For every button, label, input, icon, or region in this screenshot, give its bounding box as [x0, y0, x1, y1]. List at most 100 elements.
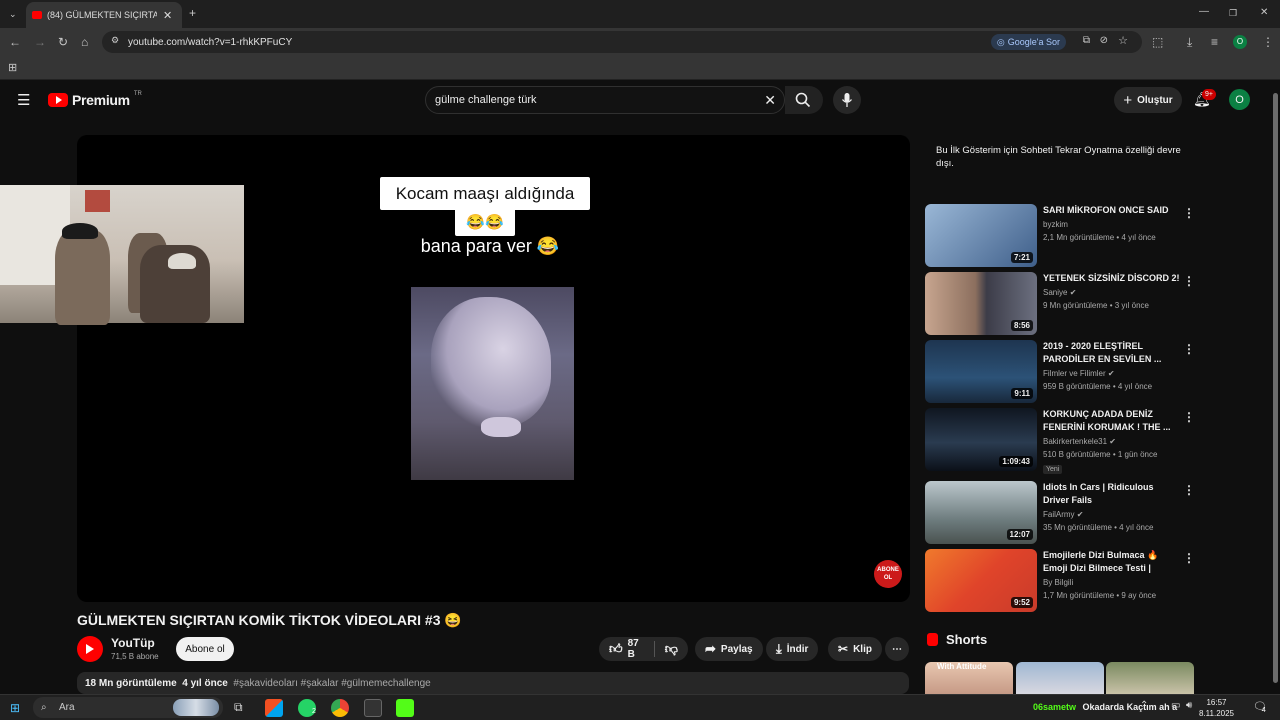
search-icon: ⌕ — [41, 702, 47, 713]
recommendation-channel[interactable]: byzkim — [1043, 220, 1068, 229]
webcam-overlay — [0, 185, 244, 325]
subscribe-button[interactable]: Abone ol — [176, 637, 234, 661]
short-thumbnail[interactable]: With Attitude — [925, 662, 1013, 694]
create-button[interactable]: + Oluştur — [1114, 87, 1182, 113]
restore-icon[interactable]: ❐ — [1229, 6, 1237, 20]
more-vertical-icon[interactable]: ⋮ — [1183, 483, 1195, 497]
kick-app-icon[interactable] — [396, 699, 414, 717]
reading-list-icon[interactable]: ≡ — [1211, 35, 1218, 49]
recommendation-title[interactable]: YETENEK SİZSİNİZ DİSCORD 2! — [1043, 272, 1181, 285]
share-button[interactable]: ➦ Paylaş — [695, 637, 763, 661]
browser-tab-active[interactable]: (84) GÜLMEKTEN SIÇIRTAN KO ✕ — [26, 2, 182, 28]
address-bar[interactable]: ⚙ youtube.com/watch?v=1-rhkKPFuCY ◎ Goog… — [102, 31, 1142, 53]
recommendation-thumbnail[interactable]: 12:07 — [925, 481, 1037, 544]
system-clock[interactable]: 16:57 8.11.2025 — [1199, 697, 1234, 719]
short-thumbnail[interactable] — [1016, 662, 1104, 694]
subscribe-watermark[interactable]: ABONE OL — [874, 560, 902, 588]
active-app-icon[interactable] — [364, 699, 382, 717]
weather-text: Okadarda Kaçtım ah a — [1082, 702, 1178, 712]
video-caption-top: Kocam maaşı aldığında — [380, 177, 590, 210]
store-app-icon[interactable] — [265, 699, 283, 717]
more-vertical-icon[interactable]: ⋮ — [1183, 274, 1195, 288]
recommendation-thumbnail[interactable]: 1:09:43 — [925, 408, 1037, 471]
recommendation-item[interactable]: 7:21 SARI MİKROFON ONCE SAID byzkim 2,1 … — [925, 204, 1195, 268]
task-view-icon[interactable]: ⧉ — [234, 700, 243, 715]
recommendation-item[interactable]: 9:52 Emojilerle Dizi Bulmaca 🔥 Emoji Diz… — [925, 549, 1195, 613]
video-title: GÜLMEKTEN SIÇIRTAN KOMİK TİKTOK VİDEOLAR… — [77, 612, 462, 628]
minimize-icon[interactable]: — — [1199, 5, 1209, 19]
tab-search-icon[interactable]: ⌄ — [9, 7, 17, 21]
forward-icon[interactable]: → — [34, 35, 46, 49]
apps-grid-icon[interactable]: ⊞ — [8, 61, 17, 75]
chrome-app-icon[interactable] — [331, 699, 349, 717]
dislike-button[interactable]: 👎︎ — [665, 641, 678, 657]
recommendation-item[interactable]: 8:56 YETENEK SİZSİNİZ DİSCORD 2! Saniye … — [925, 272, 1195, 336]
more-actions-button[interactable]: ⋯ — [885, 637, 909, 661]
like-button[interactable]: 👍︎ 87 B — [609, 638, 643, 660]
home-icon[interactable]: ⌂ — [81, 35, 88, 49]
reload-icon[interactable]: ↻ — [58, 35, 68, 49]
windows-start-icon[interactable]: ⊞ — [10, 701, 20, 715]
more-vertical-icon[interactable]: ⋮ — [1183, 206, 1195, 220]
tray-chevron-icon[interactable]: ⌃ — [1140, 700, 1148, 711]
cast-icon[interactable]: ⧉ — [1083, 35, 1090, 46]
network-icon[interactable]: ▭ — [1171, 700, 1180, 711]
volume-icon[interactable]: 🔊︎ — [1186, 700, 1192, 711]
hashtags[interactable]: #şakavideoları #şakalar #gülmemechalleng… — [233, 678, 430, 689]
scrollbar-thumb[interactable] — [1273, 93, 1278, 683]
recommendation-item[interactable]: 12:07 Idiots In Cars | Ridiculous Driver… — [925, 481, 1195, 545]
hamburger-menu-icon[interactable]: ☰ — [17, 91, 30, 109]
recommendation-channel[interactable]: By Bilgili — [1043, 578, 1073, 587]
recommendation-thumbnail[interactable]: 9:52 — [925, 549, 1037, 612]
google-sor-button[interactable]: ◎ Google'a Sor — [990, 34, 1066, 50]
new-tab-icon[interactable]: + — [189, 6, 196, 20]
download-button[interactable]: ⤓ İndir — [766, 637, 819, 661]
recommendation-thumbnail[interactable]: 9:11 — [925, 340, 1037, 403]
recommendation-item[interactable]: 9:11 2019 - 2020 ELEŞTİREL PARODİLER EN … — [925, 340, 1195, 404]
like-divider — [653, 641, 655, 657]
bookmark-star-icon[interactable]: ☆ — [1118, 34, 1128, 47]
recommendation-title[interactable]: 2019 - 2020 ELEŞTİREL PARODİLER EN SEVİL… — [1043, 340, 1181, 366]
window-close-icon[interactable]: ✕ — [1260, 6, 1268, 20]
recommendation-channel[interactable]: Bakirkertenkele31 ✔ — [1043, 437, 1116, 446]
more-vertical-icon[interactable]: ⋮ — [1183, 410, 1195, 424]
video-caption-bottom: bana para ver 😂 — [420, 236, 560, 256]
search-button[interactable] — [785, 86, 823, 114]
more-vertical-icon[interactable]: ⋮ — [1183, 342, 1195, 356]
channel-avatar[interactable] — [77, 636, 103, 662]
search-input[interactable]: gülme challenge türk ✕ — [425, 86, 785, 114]
youtube-logo[interactable]: Premium TR — [48, 91, 142, 108]
recommendation-title[interactable]: KORKUNÇ ADADA DENİZ FENERİNİ KORUMAK ! T… — [1043, 408, 1181, 434]
taskbar-search-input[interactable]: ⌕ Ara — [33, 697, 223, 718]
more-vertical-icon[interactable]: ⋮ — [1183, 551, 1195, 565]
short-thumbnail[interactable] — [1106, 662, 1194, 694]
recommendation-channel[interactable]: FailArmy ✔ — [1043, 510, 1084, 519]
account-avatar[interactable]: O — [1229, 89, 1250, 110]
recommendation-thumbnail[interactable]: 7:21 — [925, 204, 1037, 267]
download-icon[interactable]: ⤓ — [1187, 35, 1192, 49]
recommendation-title[interactable]: Emojilerle Dizi Bulmaca 🔥 Emoji Dizi Bil… — [1043, 549, 1181, 575]
page-scrollbar[interactable] — [1270, 81, 1280, 694]
clip-button[interactable]: ✂ Klip — [828, 637, 882, 661]
taskbar-search-placeholder: Ara — [59, 702, 75, 713]
channel-name[interactable]: YouTüp — [111, 636, 155, 650]
profile-avatar[interactable]: O — [1233, 35, 1247, 49]
eye-off-icon[interactable]: ⊘ — [1100, 35, 1108, 46]
recommendation-channel[interactable]: Filmler ve Filimler ✔ — [1043, 369, 1115, 378]
recommendation-thumbnail[interactable]: 8:56 — [925, 272, 1037, 335]
tab-close-icon[interactable]: ✕ — [163, 9, 172, 22]
site-info-icon[interactable]: ⚙ — [111, 35, 119, 46]
extensions-icon[interactable]: ⬚ — [1152, 35, 1163, 49]
back-icon[interactable]: ← — [9, 35, 21, 49]
browser-menu-icon[interactable]: ⋮ — [1262, 35, 1274, 49]
weather-widget[interactable]: 06sametw Okadarda Kaçtım ah a — [1033, 702, 1177, 712]
shorts-header: Shorts — [927, 632, 987, 647]
voice-search-button[interactable] — [833, 86, 861, 114]
browser-toolbar: ← → ↻ ⌂ ⚙ youtube.com/watch?v=1-rhkKPFuC… — [0, 28, 1280, 56]
recommendation-channel[interactable]: Saniye ✔ — [1043, 288, 1076, 297]
recommendation-title[interactable]: Idiots In Cars | Ridiculous Driver Fails — [1043, 481, 1181, 507]
recommendation-item[interactable]: 1:09:43 KORKUNÇ ADADA DENİZ FENERİNİ KOR… — [925, 408, 1195, 474]
description-box[interactable]: 18 Mn görüntüleme 4 yıl önce #şakavideol… — [77, 672, 909, 694]
clear-search-icon[interactable]: ✕ — [764, 87, 776, 113]
recommendation-title[interactable]: SARI MİKROFON ONCE SAID — [1043, 204, 1181, 217]
